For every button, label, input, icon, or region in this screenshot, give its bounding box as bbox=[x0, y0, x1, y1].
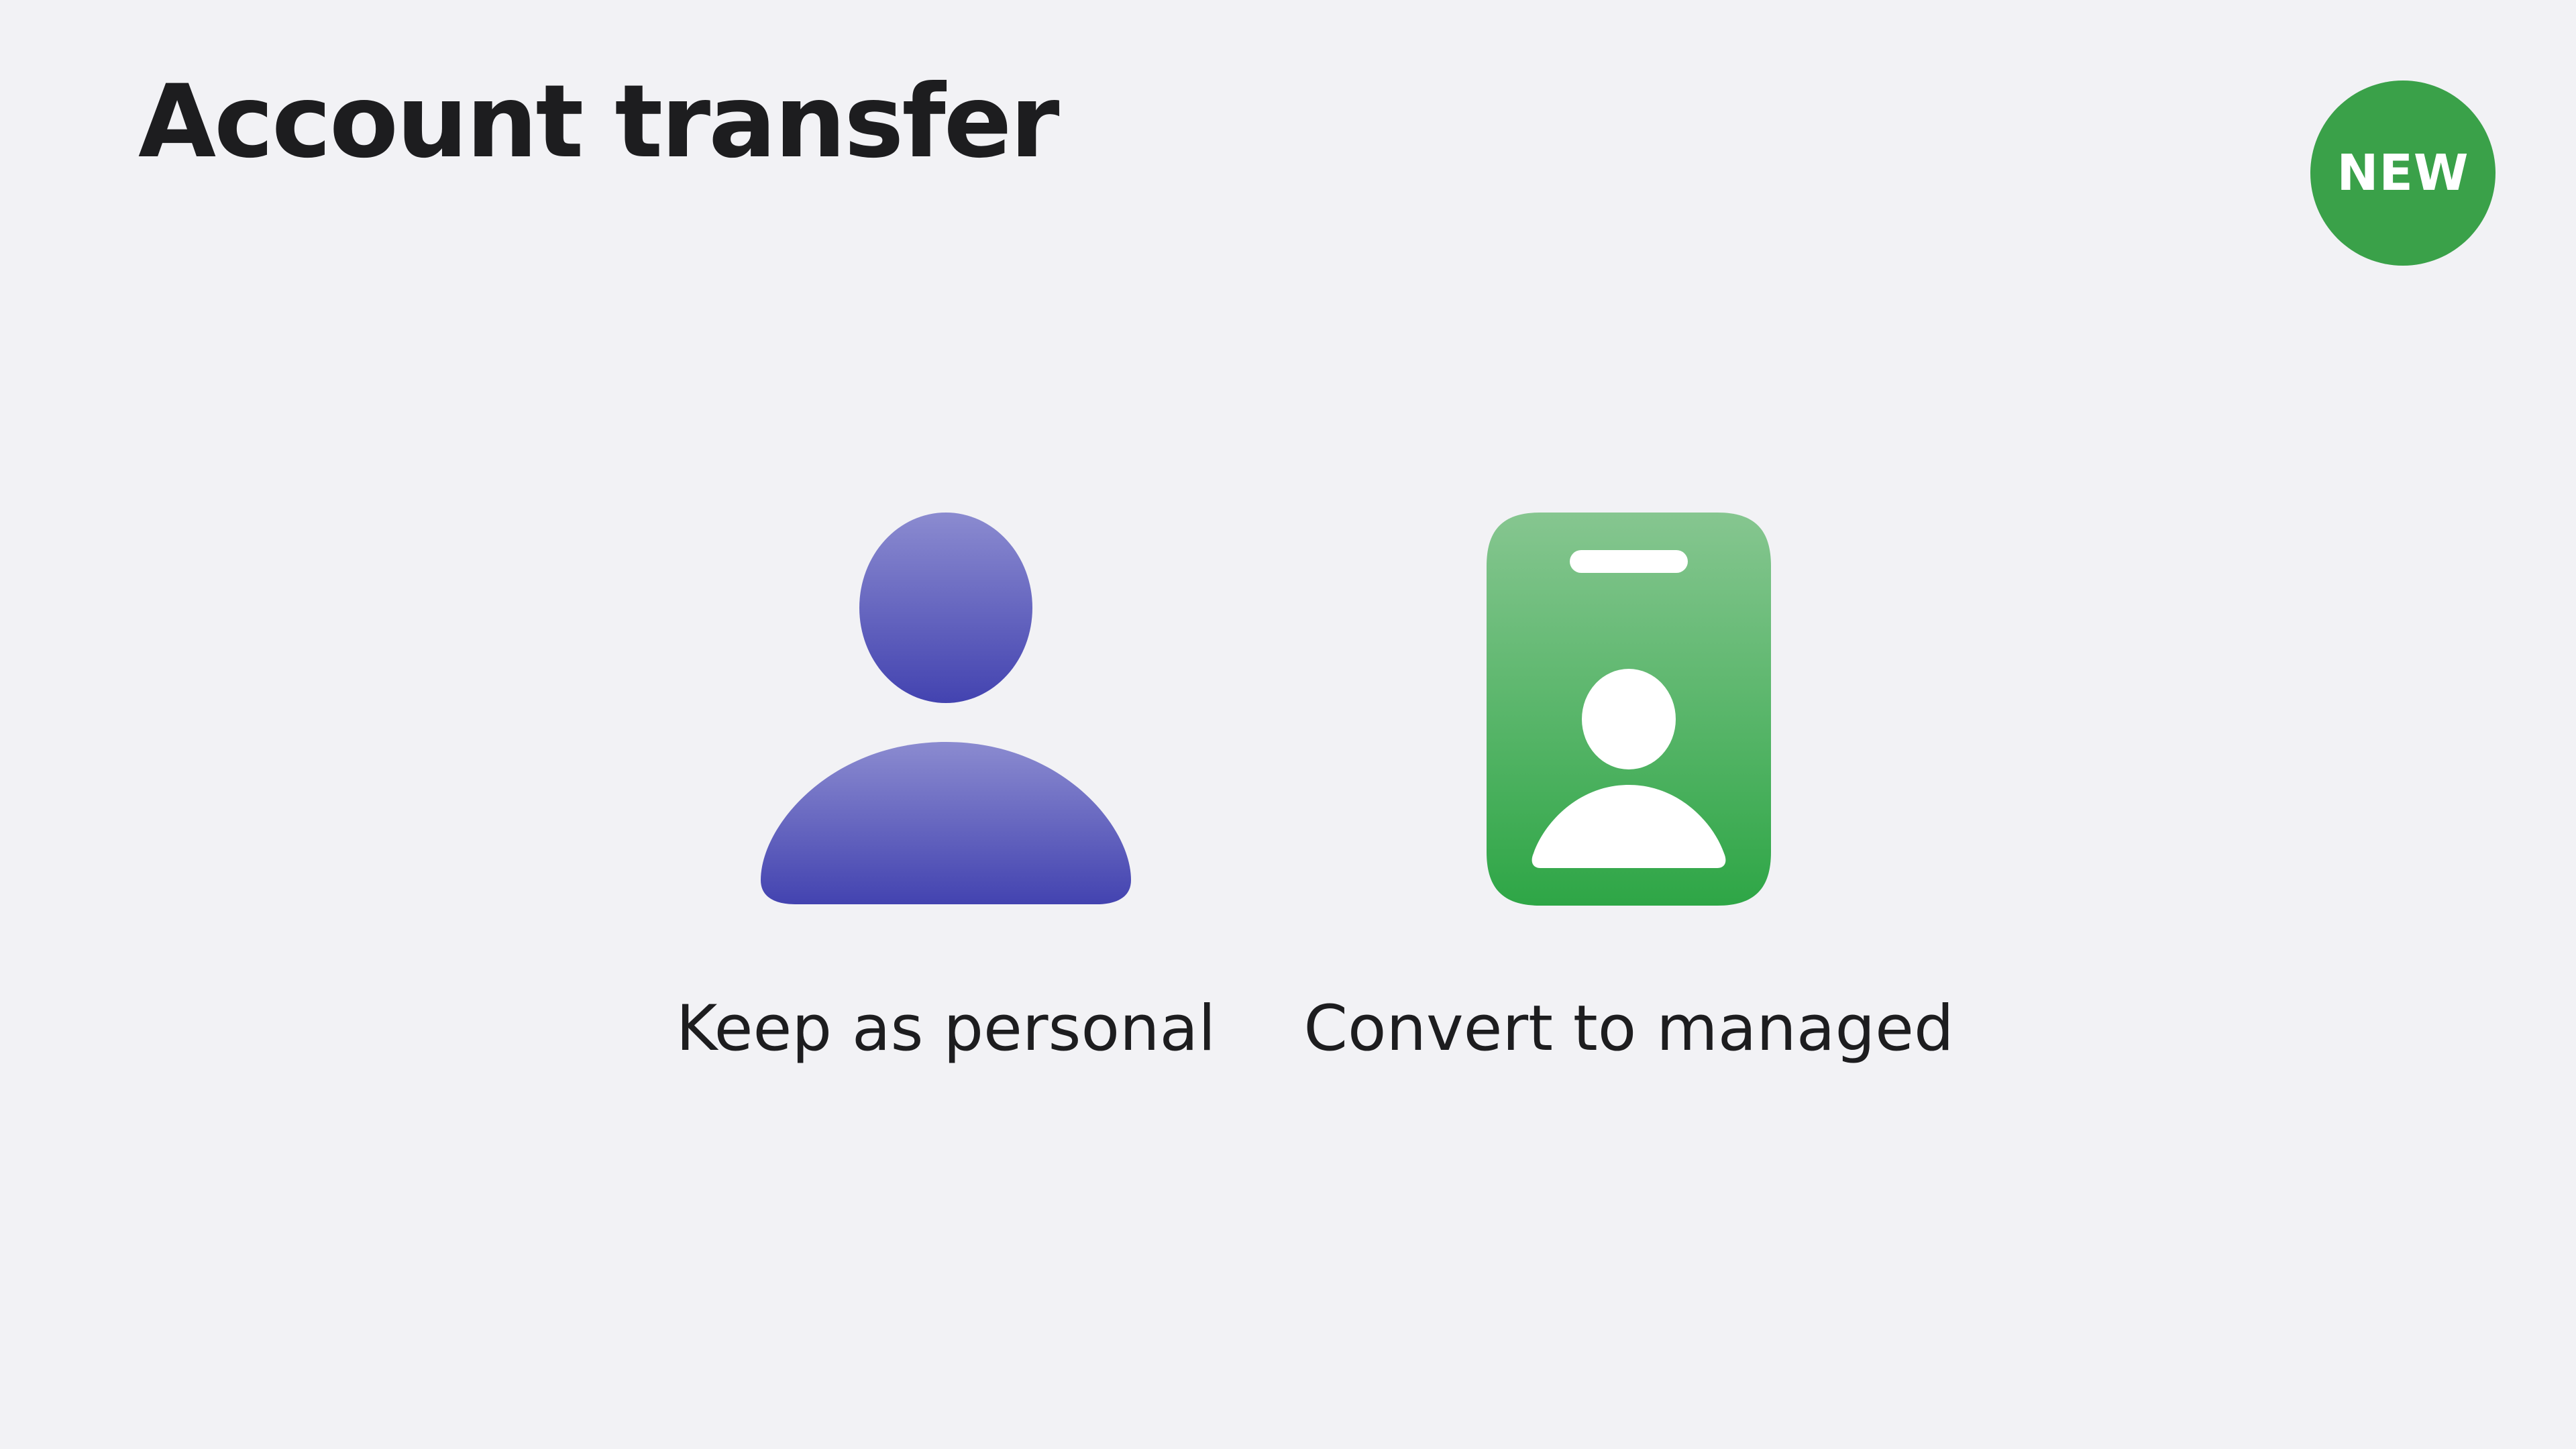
convert-to-managed-label[interactable]: Convert to managed bbox=[1303, 991, 1953, 1067]
person-icon[interactable] bbox=[758, 510, 1134, 912]
person-head-shape bbox=[859, 513, 1032, 703]
new-badge-label: NEW bbox=[2337, 144, 2469, 202]
id-badge-icon[interactable] bbox=[1487, 513, 1771, 906]
id-card-head bbox=[1582, 669, 1676, 769]
person-body-shape bbox=[761, 742, 1131, 904]
id-card-slot bbox=[1570, 550, 1688, 573]
keep-as-personal-label[interactable]: Keep as personal bbox=[676, 991, 1216, 1067]
page-title: Account transfer bbox=[138, 64, 1059, 180]
new-badge: NEW bbox=[2310, 80, 2496, 266]
